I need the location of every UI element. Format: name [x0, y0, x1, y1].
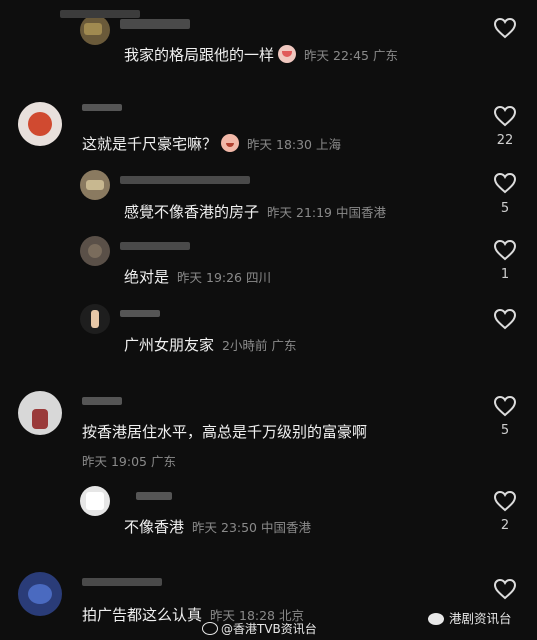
like-heart-icon[interactable]	[493, 239, 517, 261]
weibo-watermark: @香港TVB资讯台	[202, 620, 317, 637]
avatar[interactable]	[80, 236, 110, 266]
like-heart-icon[interactable]	[493, 395, 517, 417]
comment-text: 按香港居住水平，高总是千万级别的富豪啊	[82, 423, 368, 441]
comment-time: 昨天 19:05 广东	[82, 454, 176, 469]
comment-time: 昨天 21:19 中国香港	[267, 205, 386, 220]
comment-2: 这就是千尺豪宅嘛？ 昨天 18:30 上海 22	[0, 95, 537, 160]
like-count: 5	[500, 201, 510, 216]
comment-time: 2小時前 广东	[222, 338, 297, 353]
comment-4: 绝对是 昨天 19:26 四川 1	[0, 232, 537, 297]
comment-text: 绝对是	[124, 268, 170, 286]
like-count: 2	[500, 518, 510, 533]
avatar[interactable]	[80, 170, 110, 200]
comment-text: 不像香港	[124, 518, 185, 536]
like-count: 1	[500, 267, 510, 282]
like-heart-icon[interactable]	[493, 578, 517, 600]
comment-time: 昨天 18:30 上海	[247, 137, 341, 152]
comment-line: 这就是千尺豪宅嘛？ 昨天 18:30 上海	[82, 133, 341, 154]
like-heart-icon[interactable]	[493, 490, 517, 512]
comment-line: 感覺不像香港的房子 昨天 21:19 中国香港	[124, 201, 386, 222]
comment-time: 昨天 22:45 广东	[304, 48, 398, 63]
avatar[interactable]	[80, 486, 110, 516]
blurred-username	[82, 104, 122, 111]
comment-text: 感覺不像香港的房子	[124, 203, 260, 221]
comment-time: 昨天 23:50 中国香港	[192, 520, 311, 535]
like-count: 5	[500, 423, 510, 438]
comment-text: 广州女朋友家	[124, 336, 215, 354]
blurred-username	[136, 492, 172, 500]
comment-text: 这就是千尺豪宅嘛？	[82, 135, 218, 153]
wechat-icon	[428, 613, 444, 625]
weibo-watermark-text: @香港TVB资讯台	[221, 622, 317, 636]
like-heart-icon[interactable]	[493, 172, 517, 194]
smiling-face-emoji	[221, 134, 240, 152]
comment-text: 我家的格局跟他的一样	[124, 46, 275, 64]
like-heart-icon[interactable]	[493, 105, 517, 127]
blurred-username	[120, 176, 250, 184]
wechat-watermark: 港剧资讯台	[428, 608, 512, 627]
like-count: 22	[496, 133, 514, 148]
comment-line: 绝对是 昨天 19:26 四川	[124, 266, 271, 287]
comment-7: 不像香港 昨天 23:50 中国香港 2	[0, 482, 537, 547]
blurred-username	[82, 578, 162, 586]
avatar[interactable]	[80, 304, 110, 334]
comment-text: 拍广告都这么认真	[82, 606, 203, 624]
avatar[interactable]	[18, 102, 62, 146]
avatar[interactable]	[18, 391, 62, 435]
comment-5: 广州女朋友家 2小時前 广东	[0, 300, 537, 360]
crying-face-emoji	[278, 45, 297, 63]
comment-time: 昨天 19:26 四川	[177, 270, 271, 285]
like-heart-icon[interactable]	[493, 308, 517, 330]
comment-line: 我家的格局跟他的一样 昨天 22:45 广东	[124, 44, 398, 65]
blurred-username	[120, 310, 160, 317]
comment-6: 按香港居住水平，高总是千万级别的富豪啊 昨天 19:05 广东 5	[0, 385, 537, 475]
blurred-username	[82, 397, 122, 405]
like-heart-icon[interactable]	[493, 17, 517, 39]
comment-line: 不像香港 昨天 23:50 中国香港	[124, 516, 311, 537]
avatar[interactable]	[18, 572, 62, 616]
blurred-username	[60, 10, 140, 18]
blurred-username	[120, 19, 190, 29]
comment-3: 感覺不像香港的房子 昨天 21:19 中国香港 5	[0, 165, 537, 230]
comment-1: 我家的格局跟他的一样 昨天 22:45 广东	[0, 0, 537, 75]
blurred-username	[120, 242, 190, 250]
avatar[interactable]	[80, 15, 110, 45]
comment-line: 广州女朋友家 2小時前 广东	[124, 334, 296, 355]
weibo-icon	[202, 622, 218, 635]
wechat-watermark-text: 港剧资讯台	[449, 611, 512, 626]
